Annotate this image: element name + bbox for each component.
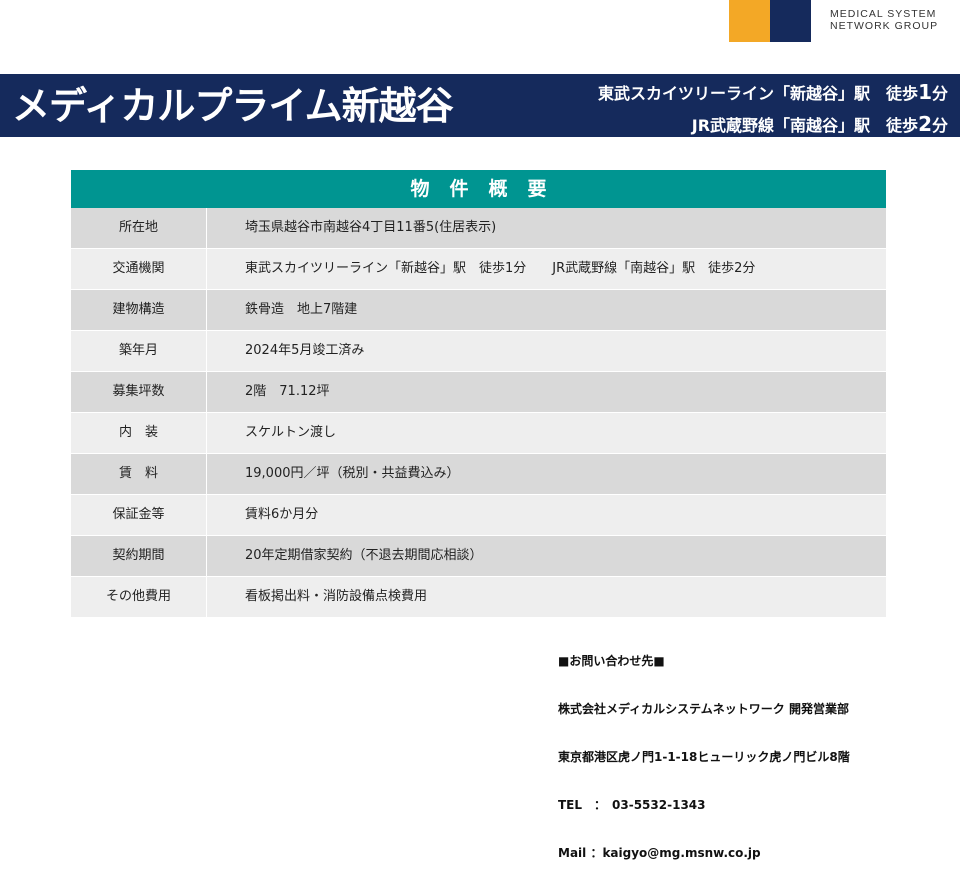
row-label: 契約期間 (71, 536, 207, 576)
table-row: 募集坪数 2階 71.12坪 (71, 372, 886, 413)
station-1-unit: 分 (931, 84, 948, 103)
table-row: 交通機関 東武スカイツリーライン「新越谷」駅 徒歩1分 JR武蔵野線「南越谷」駅 … (71, 249, 886, 290)
row-value: 鉄骨造 地上7階建 (245, 302, 358, 317)
row-value: 賃料6か月分 (245, 507, 319, 522)
station-2-minutes: 2 (918, 112, 932, 136)
row-label: 建物構造 (71, 290, 207, 330)
row-label: 築年月 (71, 331, 207, 371)
station-info-1: 東武スカイツリーライン「新越谷」駅 徒歩1分 (598, 80, 948, 104)
row-value: スケルトン渡し (245, 425, 337, 440)
row-value: 2階 71.12坪 (245, 384, 330, 399)
row-value: 2024年5月竣工済み (245, 343, 365, 358)
page-title: メディカルプライム新越谷 (12, 84, 454, 128)
row-label: 賃 料 (71, 454, 207, 494)
row-label: 保証金等 (71, 495, 207, 535)
station-2-text: JR武蔵野線「南越谷」駅 徒歩 (691, 116, 919, 135)
table-row: その他費用 看板掲出料・消防設備点検費用 (71, 577, 886, 618)
table-row: 保証金等 賃料6か月分 (71, 495, 886, 536)
row-value: 埼玉県越谷市南越谷4丁目11番5(住居表示) (245, 220, 497, 235)
station-info-2: JR武蔵野線「南越谷」駅 徒歩2分 (692, 112, 948, 136)
contact-tel: TEL ： 03-5532-1343 (558, 798, 706, 812)
logo-line1: MEDICAL SYSTEM (830, 8, 937, 20)
property-summary-table: 物件概要 所在地 埼玉県越谷市南越谷4丁目11番5(住居表示) 交通機関 東武スカイツ… (71, 170, 886, 618)
station-1-minutes: 1 (918, 80, 932, 104)
station-2-unit: 分 (931, 116, 948, 135)
contact-address: 東京都港区虎ノ門1-1-18ヒューリック虎ノ門ビル8階 (558, 750, 850, 764)
row-value: 看板掲出料・消防設備点検費用 (245, 589, 428, 604)
row-label: その他費用 (71, 577, 207, 617)
row-label: 募集坪数 (71, 372, 207, 412)
logo-text: MEDICAL SYSTEM NETWORK GROUP (830, 8, 938, 32)
table-heading: 物件概要 (71, 170, 886, 208)
row-value: 20年定期借家契約（不退去期間応相談） (245, 548, 483, 563)
table-row: 建物構造 鉄骨造 地上7階建 (71, 290, 886, 331)
contact-heading: ■お問い合わせ先■ (558, 654, 665, 668)
row-value: 東武スカイツリーライン「新越谷」駅 徒歩1分 JR武蔵野線「南越谷」駅 徒歩2分 (245, 261, 756, 276)
table-row: 契約期間 20年定期借家契約（不退去期間応相談） (71, 536, 886, 577)
table-row: 所在地 埼玉県越谷市南越谷4丁目11番5(住居表示) (71, 208, 886, 249)
logo-line2: NETWORK GROUP (830, 20, 939, 32)
station-1-text: 東武スカイツリーライン「新越谷」駅 徒歩 (598, 84, 919, 103)
row-label: 交通機関 (71, 249, 207, 289)
table-row: 築年月 2024年5月竣工済み (71, 331, 886, 372)
table-row: 内 装 スケルトン渡し (71, 413, 886, 454)
contact-mail: Mail ：kaigyo@mg.msnw.co.jp (558, 846, 761, 860)
logo-navy-square (770, 0, 811, 42)
logo-orange-square (729, 0, 770, 42)
contact-company: 株式会社メディカルシステムネットワーク 開発営業部 (558, 702, 849, 716)
row-label: 所在地 (71, 208, 207, 248)
contact-block: ■お問い合わせ先■ 株式会社メディカルシステムネットワーク 開発営業部 東京都港… (558, 621, 850, 877)
row-label: 内 装 (71, 413, 207, 453)
table-row: 賃 料 19,000円／坪（税別・共益費込み） (71, 454, 886, 495)
row-value: 19,000円／坪（税別・共益費込み） (245, 466, 460, 481)
